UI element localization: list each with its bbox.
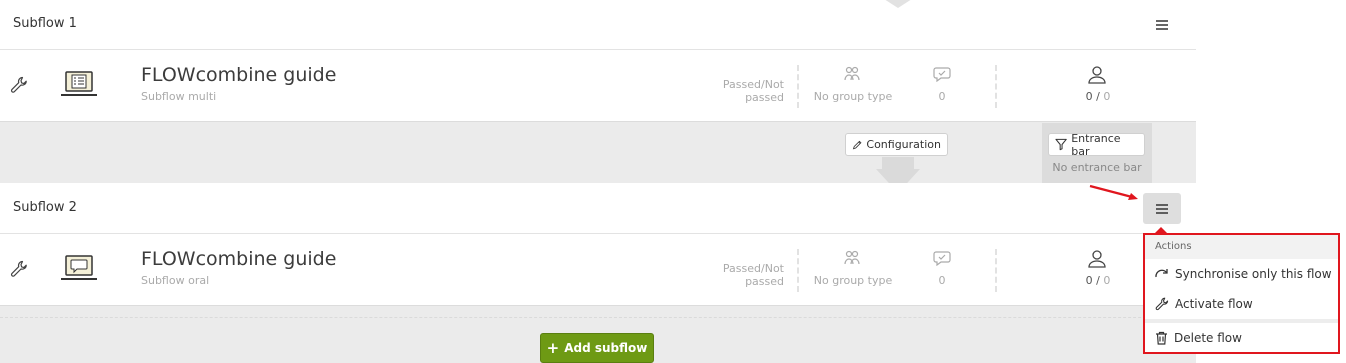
laptop-checklist-icon xyxy=(61,71,97,96)
synchronise-flow-item[interactable]: Synchronise only this flow xyxy=(1145,259,1338,289)
hamburger-icon xyxy=(1156,19,1168,30)
hamburger-icon xyxy=(1156,203,1168,214)
divider xyxy=(995,65,997,108)
wrench-icon[interactable] xyxy=(10,76,28,94)
comment-icon xyxy=(933,67,951,82)
group-icon xyxy=(844,66,860,81)
synchronise-flow-label: Synchronise only this flow xyxy=(1175,267,1332,281)
subflow-card-2: Subflow 2 FLOWcombine guide Subflow oral… xyxy=(0,183,1196,306)
group-icon xyxy=(844,250,860,265)
configuration-button[interactable]: Configuration xyxy=(845,133,948,156)
activate-flow-label: Activate flow xyxy=(1175,297,1253,311)
pass-status: Passed/Not passed xyxy=(722,78,784,104)
entrance-bar-button[interactable]: Entrance bar xyxy=(1048,131,1145,158)
laptop-chat-icon xyxy=(61,255,97,280)
flow-type: Subflow multi xyxy=(141,90,217,103)
participants-count: 0 / 0 xyxy=(1085,274,1111,287)
comments-count: 0 xyxy=(938,90,946,103)
flow-name[interactable]: FLOWcombine guide xyxy=(141,248,336,270)
participants-count: 0 / 0 xyxy=(1085,90,1111,103)
comment-icon xyxy=(933,251,951,266)
subflow-body: FLOWcombine guide Subflow multi Passed/N… xyxy=(0,50,1196,121)
divider xyxy=(797,249,799,292)
pass-status: Passed/Not passed xyxy=(722,262,784,288)
delete-flow-item[interactable]: Delete flow xyxy=(1145,323,1338,353)
connector-stem xyxy=(882,157,914,169)
subflow-title: Subflow 1 xyxy=(13,16,77,31)
wrench-icon[interactable] xyxy=(10,260,28,278)
user-icon xyxy=(1088,250,1106,268)
activate-flow-item[interactable]: Activate flow xyxy=(1145,289,1338,319)
user-icon xyxy=(1088,66,1106,84)
trash-icon xyxy=(1156,331,1167,345)
entrance-bar-status: No entrance bar xyxy=(1052,161,1142,174)
wrench-icon xyxy=(1155,297,1169,311)
subflow-title: Subflow 2 xyxy=(13,200,77,215)
subflow-menu-button[interactable] xyxy=(1143,9,1181,40)
divider xyxy=(797,65,799,108)
subflow-body: FLOWcombine guide Subflow oral Passed/No… xyxy=(0,234,1196,305)
bottom-divider xyxy=(0,317,1196,318)
actions-dropdown: Actions Synchronise only this flow Activ… xyxy=(1143,233,1340,354)
divider xyxy=(995,249,997,292)
add-subflow-label: Add subflow xyxy=(564,341,648,355)
actions-header: Actions xyxy=(1145,235,1338,259)
configuration-label: Configuration xyxy=(866,138,941,151)
pencil-icon xyxy=(852,140,862,149)
plus-icon: + xyxy=(546,338,560,357)
subflow-card-1: Subflow 1 FLOWcombine guide Subflow mult… xyxy=(0,0,1196,122)
sync-arrow-icon xyxy=(1155,269,1168,278)
subflow-header: Subflow 1 xyxy=(0,0,1196,50)
group-type: No group type xyxy=(813,90,893,103)
entrance-bar-label: Entrance bar xyxy=(1071,131,1121,158)
flow-name[interactable]: FLOWcombine guide xyxy=(141,64,336,86)
comments-count: 0 xyxy=(938,274,946,287)
subflow-header: Subflow 2 xyxy=(0,183,1196,234)
delete-flow-label: Delete flow xyxy=(1174,331,1242,345)
annotation-arrow xyxy=(1089,184,1138,200)
group-type: No group type xyxy=(813,274,893,287)
subflow-menu-button[interactable] xyxy=(1143,193,1181,224)
flow-type: Subflow oral xyxy=(141,274,210,287)
add-subflow-button[interactable]: + Add subflow xyxy=(540,333,654,363)
filter-icon xyxy=(1055,138,1067,151)
